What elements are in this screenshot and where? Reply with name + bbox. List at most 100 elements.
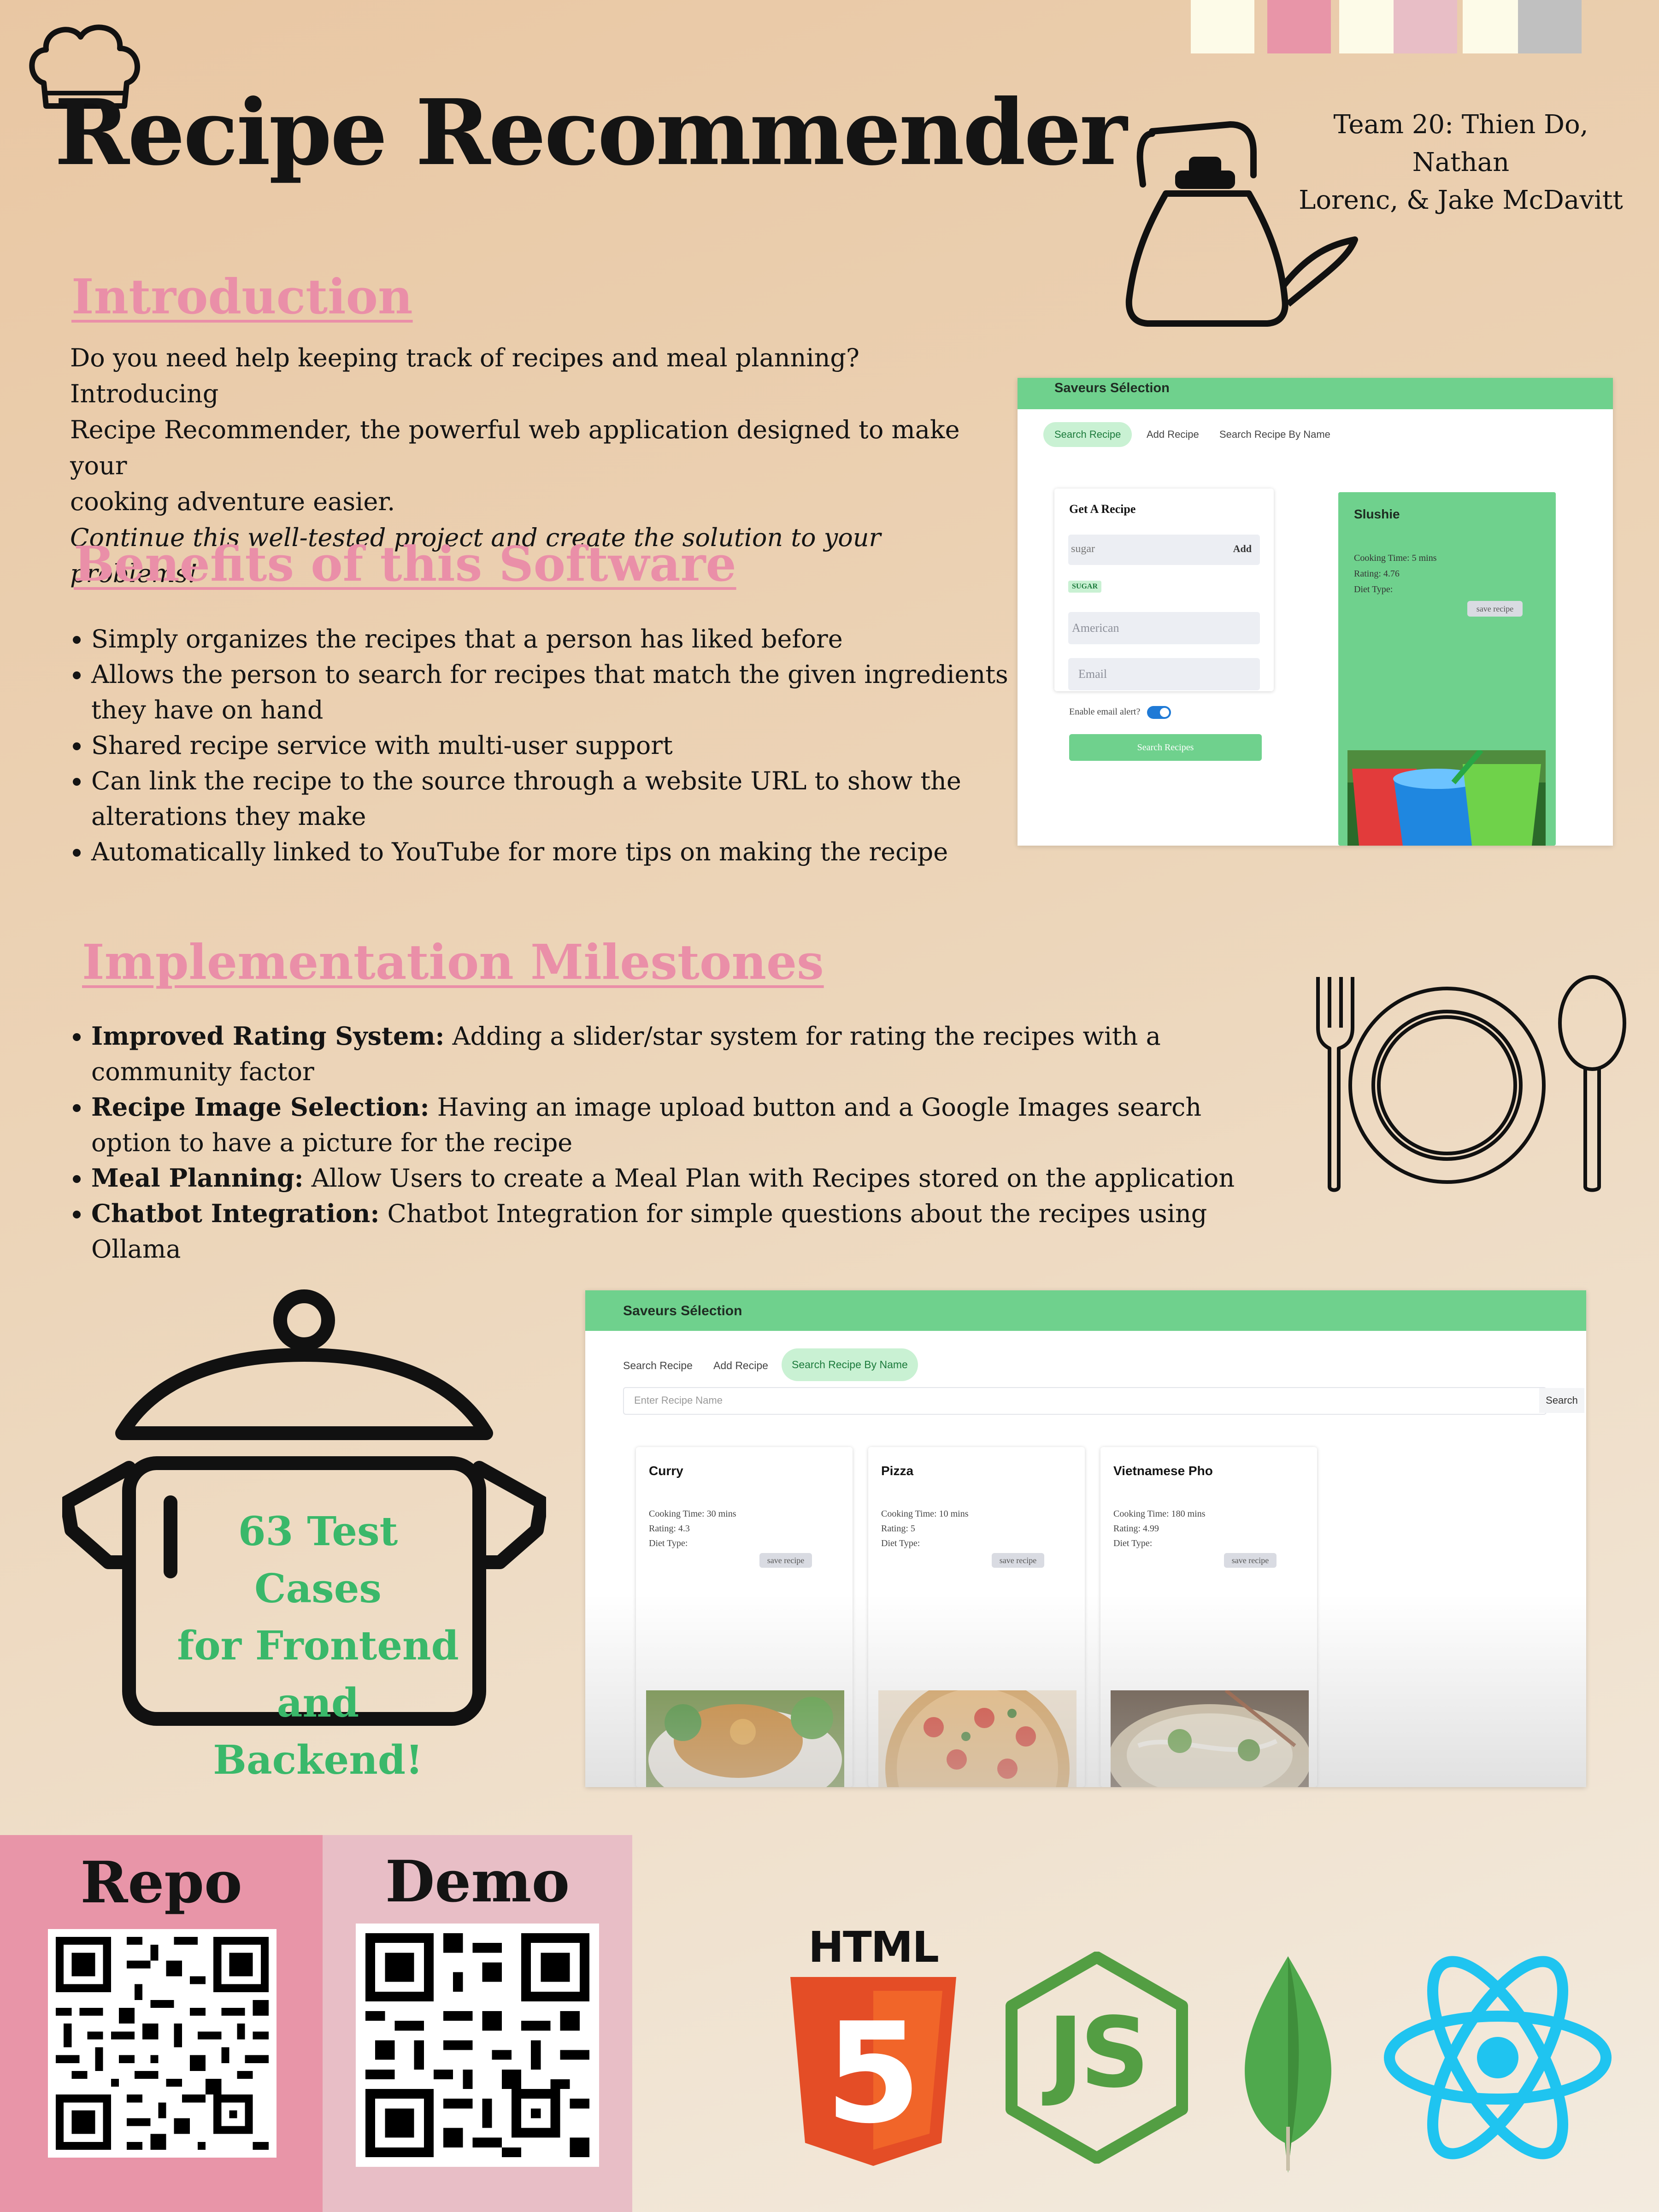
save-recipe-button[interactable]: save recipe [759,1553,812,1568]
page-title: Recipe Recommender [54,80,1127,186]
ingredient-chip[interactable]: SUGAR [1068,581,1102,593]
recipe-cooking-time: Cooking Time: 30 mins [649,1509,736,1519]
recipe-name: Vietnamese Pho [1113,1464,1213,1478]
milestone-label: Meal Planning: [91,1163,304,1193]
ingredient-input[interactable]: sugar Add [1068,535,1260,565]
team-line: Lorenc, & Jake McDavitt [1299,185,1623,215]
recipe-rating: Rating: 4.99 [1113,1524,1159,1534]
tab-search-by-name[interactable]: Search Recipe By Name [1215,422,1335,447]
save-recipe-button[interactable]: save recipe [992,1553,1044,1568]
html5-logo-icon: HTML 5 [786,1926,961,2166]
tab-add-recipe[interactable]: Add Recipe [1142,422,1204,447]
app-header-bar: Saveurs Sélection [585,1290,1586,1331]
result-card-slushie[interactable]: Slushie Cooking Time: 5 mins Rating: 4.7… [1338,492,1556,846]
recipe-cooking-time: Cooking Time: 5 mins [1354,553,1437,563]
qr-code-icon [356,1924,599,2167]
palette-swatch [1463,0,1526,53]
qr-code-icon [48,1929,276,2158]
list-item: Meal Planning: Allow Users to create a M… [91,1160,1285,1196]
html5-number: 5 [825,1993,922,2154]
list-item: Simply organizes the recipes that a pers… [91,621,1022,657]
test-line: 63 Test Cases [238,1508,398,1612]
email-field[interactable]: Email [1068,658,1260,690]
app-name: Saveurs Sélection [1054,381,1170,395]
list-item: Allows the person to search for recipes … [91,657,1022,728]
curry-photo [646,1690,844,1787]
email-placeholder: Email [1078,667,1107,681]
app-screenshot-search-recipe: Saveurs Sélection Search Recipe Add Reci… [1018,378,1613,846]
save-recipe-button[interactable]: save recipe [1224,1553,1277,1568]
palette-swatch [1394,0,1457,53]
search-label: Search [1546,1394,1578,1406]
add-ingredient-button[interactable]: Add [1233,543,1252,555]
recipe-cooking-time: Cooking Time: 180 mins [1113,1509,1206,1519]
tab-search-recipe[interactable]: Search Recipe [618,1353,697,1378]
team-line: Team 20: Thien Do, Nathan [1333,110,1588,177]
tab-search-recipe[interactable]: Search Recipe [1043,422,1132,447]
intro-line: Recipe Recommender, the powerful web app… [70,415,960,480]
email-alert-toggle[interactable] [1147,706,1171,719]
ingredient-value: sugar [1071,543,1095,555]
recipe-card-pizza[interactable]: Pizza Cooking Time: 10 mins Rating: 5 Di… [868,1447,1085,1787]
recipe-card-pho[interactable]: Vietnamese Pho Cooking Time: 180 mins Ra… [1100,1447,1317,1787]
plate-cutlery-icon [1316,975,1626,1192]
palette-swatch [1518,0,1582,53]
cuisine-select[interactable]: American [1068,612,1260,644]
tab-search-by-name[interactable]: Search Recipe By Name [782,1348,918,1381]
pizza-photo [878,1690,1077,1787]
demo-qr-code[interactable] [356,1924,599,2167]
repo-label: Repo [80,1849,242,1916]
milestones-heading: Implementation Milestones [82,934,824,990]
search-recipes-button[interactable]: Search Recipes [1069,734,1262,761]
recipe-name: Curry [649,1464,683,1478]
recipe-diet: Diet Type: [881,1538,920,1548]
recipe-name: Pizza [881,1464,914,1478]
recipe-rating: Rating: 4.3 [649,1524,690,1534]
cuisine-value: American [1072,621,1119,635]
team-credits: Team 20: Thien Do, Nathan Lorenc, & Jake… [1286,106,1636,219]
email-alert-label: Enable email alert? [1069,706,1141,717]
list-item: Automatically linked to YouTube for more… [91,834,1022,870]
email-alert-row: Enable email alert? [1069,706,1171,719]
palette-swatch [1267,0,1331,53]
recipe-diet: Diet Type: [1354,584,1393,594]
benefits-list: Simply organizes the recipes that a pers… [70,621,1022,870]
tab-label: Search Recipe [1054,429,1121,440]
list-item: Improved Rating System: Adding a slider/… [91,1018,1285,1089]
intro-line: Do you need help keeping track of recipe… [70,343,859,408]
milestone-text: Allow Users to create a Meal Plan with R… [303,1164,1235,1193]
test-line: for Frontend [177,1623,459,1669]
list-item: Chatbot Integration: Chatbot Integration… [91,1196,1285,1267]
tab-add-recipe[interactable]: Add Recipe [709,1353,773,1378]
list-item: Can link the recipe to the source throug… [91,763,1022,834]
recipe-cooking-time: Cooking Time: 10 mins [881,1509,969,1519]
pho-photo [1111,1690,1309,1787]
recipe-name: Slushie [1354,507,1400,521]
benefits-heading: Benefits of this Software [74,535,736,592]
form-title: Get A Recipe [1069,502,1136,516]
recipe-rating: Rating: 4.76 [1354,569,1400,579]
app-header-bar: Saveurs Sélection [1018,378,1613,409]
app-name: Saveurs Sélection [623,1303,742,1318]
app-screenshot-search-by-name: Saveurs Sélection Search Recipe Add Reci… [585,1290,1586,1787]
repo-qr-code[interactable] [48,1929,276,2158]
mongodb-leaf-icon [1245,1956,1331,2173]
nodejs-logo-icon: JS [1005,1951,1189,2164]
search-button[interactable]: Search [1539,1388,1584,1413]
tab-label: Search Recipe By Name [1219,429,1330,440]
recipe-card-curry[interactable]: Curry Cooking Time: 30 mins Rating: 4.3 … [636,1447,853,1787]
list-item: Shared recipe service with multi-user su… [91,728,1022,763]
intro-line: cooking adventure easier. [70,487,395,516]
test-line: and Backend! [213,1680,423,1783]
react-logo-icon [1384,1956,1612,2159]
tab-label: Add Recipe [713,1359,768,1371]
html-label: HTML [808,1923,939,1972]
search-recipes-label: Search Recipes [1137,742,1194,753]
save-recipe-button[interactable]: save recipe [1467,601,1523,617]
recipe-name-search-input[interactable]: Enter Recipe Name [623,1387,1547,1415]
palette-swatch [1191,0,1254,53]
tab-label: Add Recipe [1147,429,1199,440]
slushie-photo [1347,750,1546,846]
get-recipe-form: Get A Recipe sugar Add SUGAR American Em… [1054,488,1274,691]
milestone-label: Recipe Image Selection: [91,1092,429,1122]
